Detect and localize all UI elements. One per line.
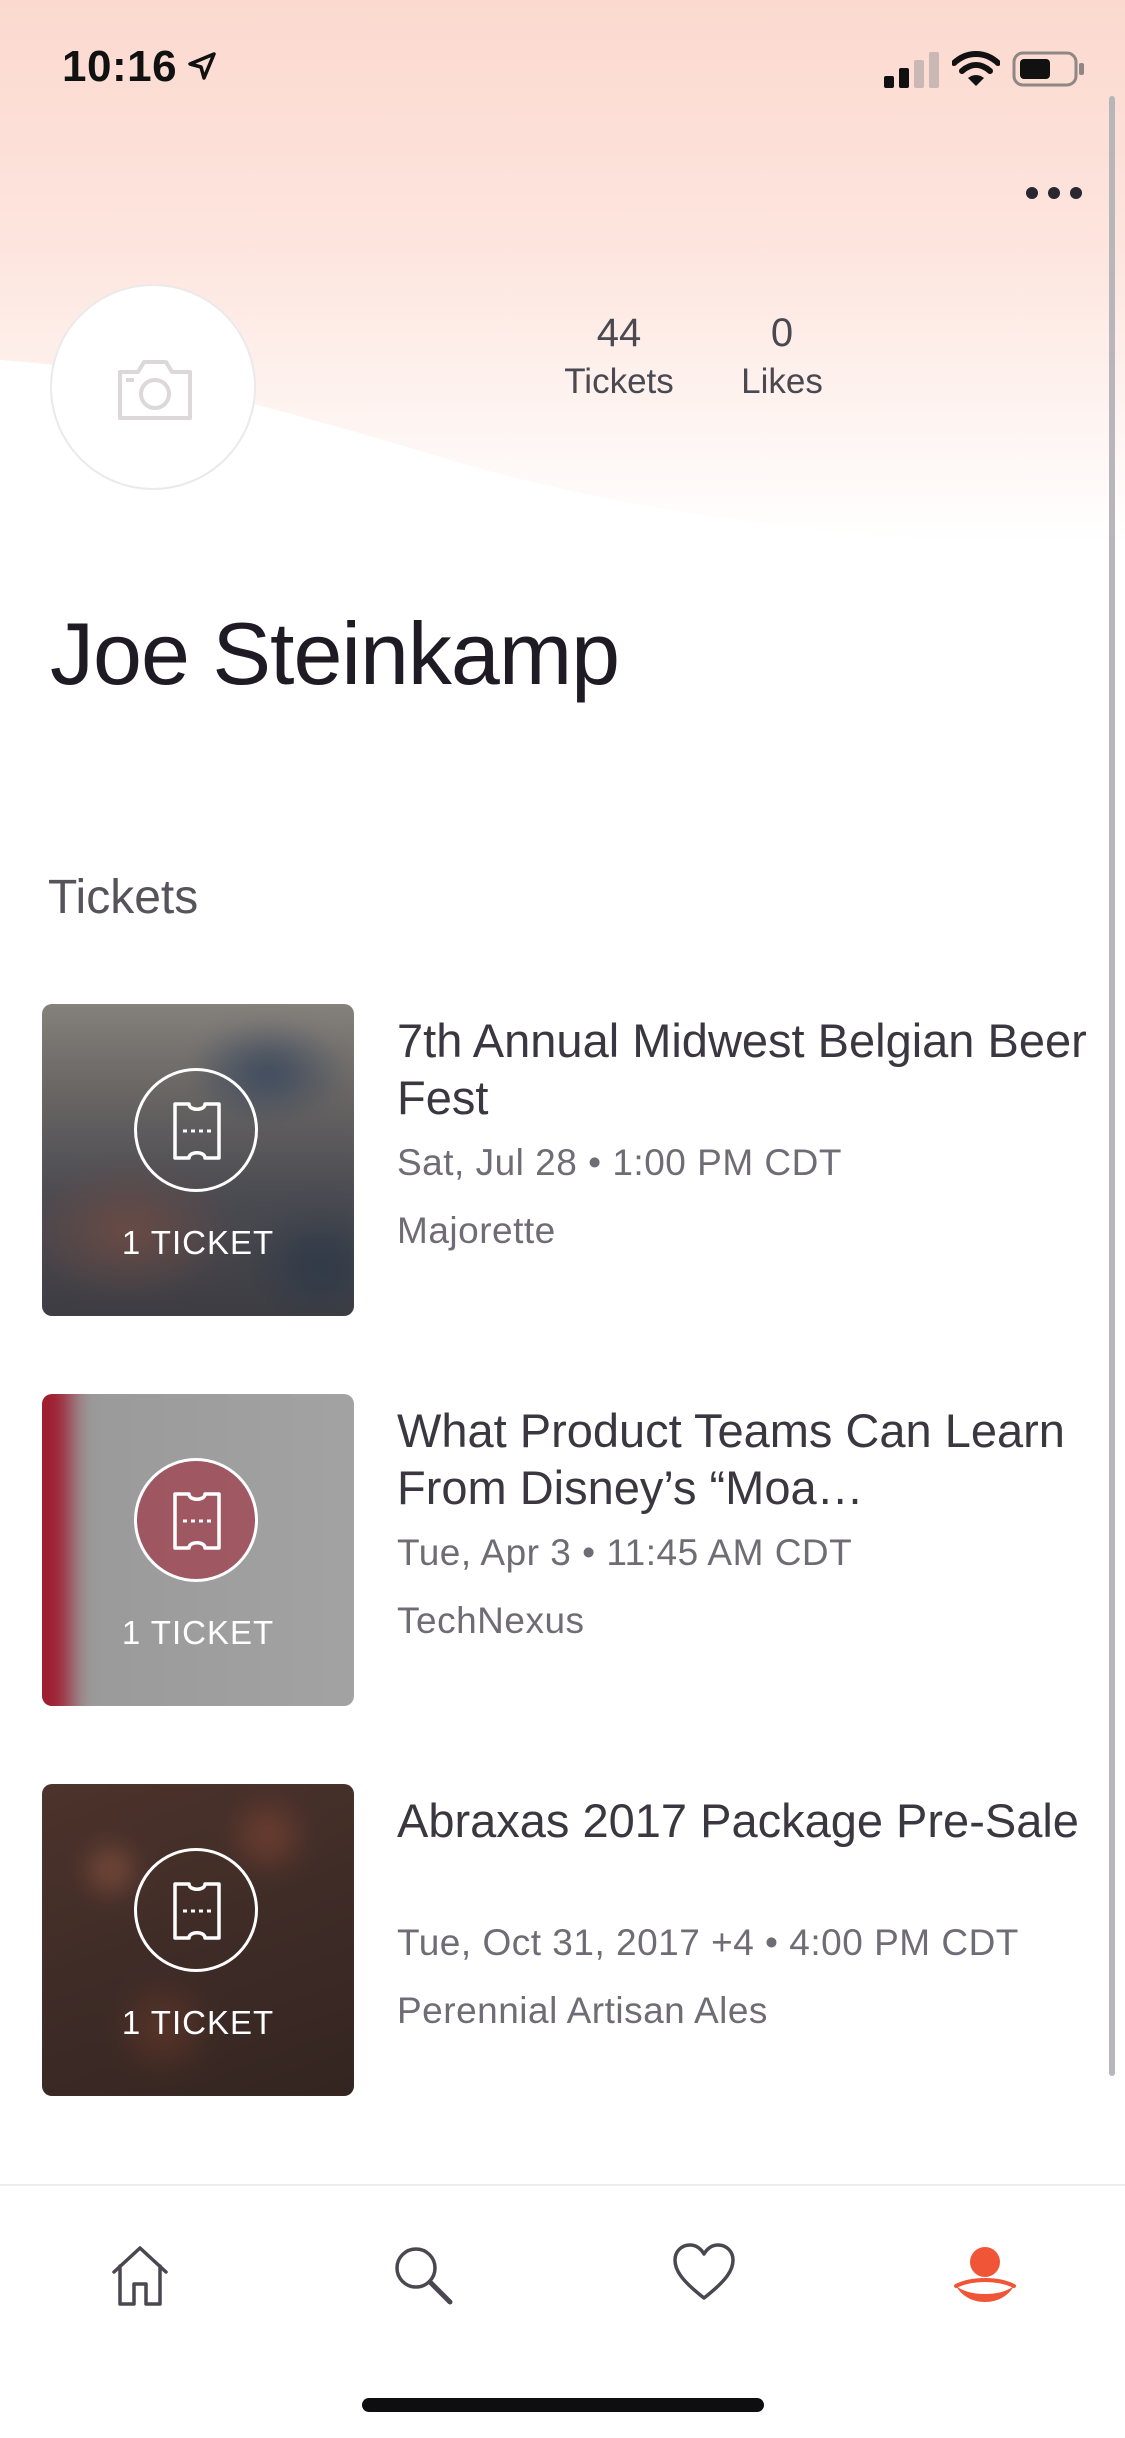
status-time: 10:16 <box>62 42 178 91</box>
stat-likes[interactable]: 0 Likes <box>732 310 832 404</box>
event-venue: TechNexus <box>397 1600 585 1641</box>
event-venue: Perennial Artisan Ales <box>397 1990 768 2031</box>
event-thumbnail: 1 TICKET <box>42 1004 354 1316</box>
stat-tickets-label: Tickets <box>564 362 674 401</box>
profile-icon <box>954 2247 1016 2302</box>
home-indicator[interactable] <box>362 2398 764 2412</box>
stat-likes-label: Likes <box>741 362 823 401</box>
ticket-count: 1 TICKET <box>121 1224 275 1261</box>
search-icon <box>395 2247 453 2305</box>
event-card[interactable]: 1 TICKET 7th Annual Midwest Belgian Beer… <box>42 1004 1102 1316</box>
stat-tickets-value: 44 <box>596 311 642 355</box>
status-bar: 10:16 <box>0 0 1125 135</box>
event-date: Tue, Apr 3 • 11:45 AM CDT <box>397 1532 853 1573</box>
battery-icon <box>1012 51 1084 87</box>
event-date: Sat, Jul 28 • 1:00 PM CDT <box>397 1142 842 1183</box>
event-thumbnail: 1 TICKET <box>42 1394 354 1706</box>
tickets-section-title: Tickets <box>48 871 199 924</box>
tab-home[interactable] <box>80 2230 200 2330</box>
scrollbar[interactable] <box>1109 96 1115 2076</box>
event-title: Abraxas 2017 Package Pre-Sale <box>397 1794 1079 1847</box>
ellipsis-icon[interactable] <box>1024 178 1084 208</box>
profile-name: Joe Steinkamp <box>50 604 620 703</box>
ticket-icon <box>134 1068 258 1192</box>
ticket-count: 1 TICKET <box>121 2004 275 2041</box>
event-card[interactable]: 1 TICKET Abraxas 2017 Package Pre-Sale T… <box>42 1784 1102 2096</box>
tab-profile[interactable] <box>924 2230 1044 2330</box>
ticket-icon <box>134 1848 258 1972</box>
home-icon <box>112 2246 168 2306</box>
event-thumbnail: 1 TICKET <box>42 1784 354 2096</box>
ticket-icon <box>134 1458 258 1582</box>
tab-search[interactable] <box>362 2230 482 2330</box>
stat-likes-value: 0 <box>770 311 794 355</box>
event-venue: Majorette <box>397 1210 556 1251</box>
heart-icon <box>673 2243 735 2300</box>
event-title: 7th Annual Midwest Belgian Beer Fest <box>397 1014 1087 1124</box>
ticket-count: 1 TICKET <box>121 1614 275 1651</box>
tab-likes[interactable] <box>643 2230 763 2330</box>
location-arrow-icon <box>188 52 216 80</box>
stat-tickets[interactable]: 44 Tickets <box>548 310 690 404</box>
event-date: Tue, Oct 31, 2017 +4 • 4:00 PM CDT <box>397 1922 1019 1963</box>
wifi-icon <box>952 51 1000 86</box>
event-title: What Product Teams Can Learn From Disney… <box>397 1404 1065 1514</box>
cellular-signal-icon <box>884 52 939 88</box>
camera-icon <box>118 360 192 420</box>
avatar[interactable] <box>50 284 256 490</box>
event-card[interactable]: 1 TICKET What Product Teams Can Learn Fr… <box>42 1394 1102 1706</box>
